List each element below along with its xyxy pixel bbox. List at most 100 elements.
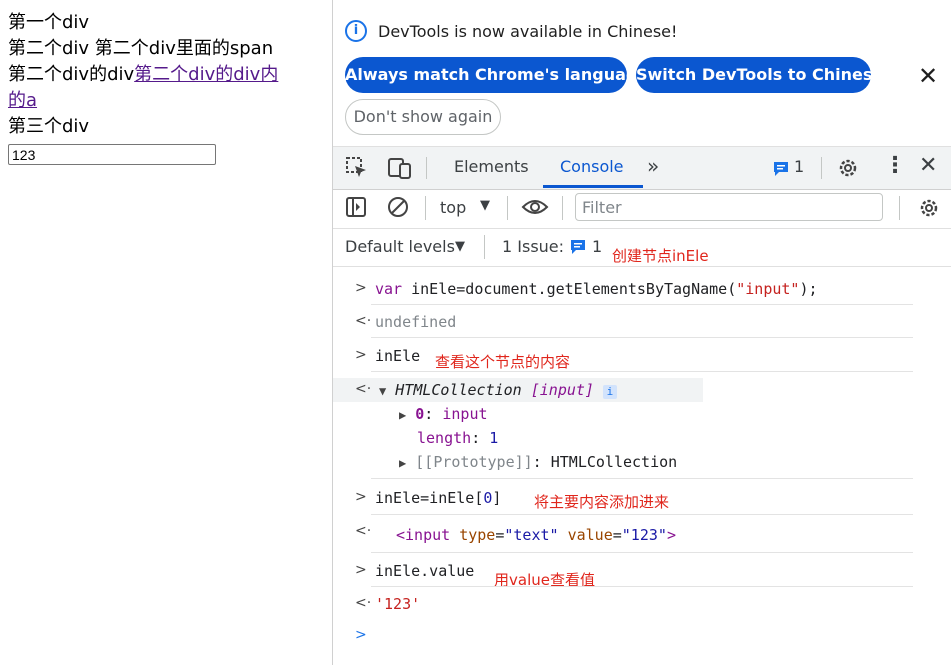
levels-divider <box>484 235 485 259</box>
issues-icon[interactable] <box>773 161 789 177</box>
issues-label[interactable]: 1 Issue: <box>502 237 564 256</box>
input-chevron-icon: > <box>355 280 367 296</box>
close-infobar-icon[interactable]: ✕ <box>918 62 938 90</box>
attr-value-value: "123" <box>621 526 667 544</box>
attr-type-value: "text" <box>504 526 559 544</box>
context-dropdown-icon[interactable]: ▼ <box>480 198 490 213</box>
output-arrow-icon: <· <box>355 313 372 329</box>
prototype-value: HTMLCollection <box>550 453 678 471</box>
console-command-1[interactable]: var inEle=document.getElementsByTagName(… <box>375 280 951 298</box>
length-key: length <box>417 429 472 447</box>
output-arrow-icon: <· <box>355 595 372 611</box>
annotation-view-node: 查看这个节点的内容 <box>435 353 571 371</box>
tabbar-divider-2 <box>821 157 822 179</box>
tag-close: > <box>666 526 676 544</box>
toolbar-divider <box>425 196 426 220</box>
close-devtools-icon[interactable]: ✕ <box>919 153 937 178</box>
console-output-4: '123' <box>375 595 421 613</box>
settings-gear-icon[interactable] <box>836 156 860 180</box>
clear-console-icon[interactable] <box>387 196 409 218</box>
div-second: 第二个div 第二个div里面的span <box>8 38 274 59</box>
inner-link-wrap: 的a <box>8 88 37 114</box>
log-divider <box>371 586 913 587</box>
filter-input[interactable]: Filter <box>575 193 883 221</box>
expand-triangle-icon[interactable]: ▼ <box>379 384 386 398</box>
log-divider <box>371 552 913 553</box>
log-divider <box>371 337 913 338</box>
input-chevron-icon: > <box>355 489 367 505</box>
toolbar-divider-3 <box>562 196 563 220</box>
collection-header[interactable]: ▼ HTMLCollection [input] i <box>379 381 951 399</box>
context-selector[interactable]: top <box>440 198 466 217</box>
length-value: 1 <box>489 429 499 447</box>
console-prompt-icon[interactable]: > <box>355 627 367 643</box>
input-chevron-icon: > <box>355 347 367 363</box>
default-levels-dropdown[interactable]: Default levels <box>345 237 455 256</box>
more-options-icon[interactable]: ⋮ <box>884 153 906 178</box>
inner-link-continued[interactable]: 的a <box>8 90 37 111</box>
div-first: 第一个div <box>8 12 90 33</box>
infobar-text: DevTools is now available in Chinese! <box>378 22 678 41</box>
live-expression-eye-icon[interactable] <box>521 197 549 217</box>
console-settings-gear-icon[interactable] <box>917 196 941 220</box>
collapse-triangle-icon[interactable]: ▶ <box>399 408 406 422</box>
div-second-inner: 第二个div的div第二个div的div内 <box>8 62 278 88</box>
output-arrow-icon: <· <box>355 523 372 539</box>
more-tabs-icon[interactable]: » <box>647 154 659 178</box>
toolbar-divider-2 <box>507 196 508 220</box>
text-input[interactable]: 123 <box>8 144 216 165</box>
devtools-tabbar: Elements Console » 1 ⋮ ✕ <box>333 146 951 190</box>
collection-prototype[interactable]: ▶ [[Prototype]]: HTMLCollection <box>399 453 951 471</box>
input-chevron-icon: > <box>355 562 367 578</box>
cmd3-a: inEle=inEle[ <box>375 489 484 507</box>
info-icon: i <box>345 20 367 42</box>
levels-dropdown-icon[interactable]: ▼ <box>455 239 465 254</box>
issues-level-count[interactable]: 1 <box>592 237 602 256</box>
inspect-element-icon[interactable] <box>345 156 369 180</box>
console-output-3[interactable]: <input type="text" value="123"> <box>396 526 951 544</box>
cmd1-string: "input" <box>736 280 800 298</box>
tab-console[interactable]: Console <box>560 157 624 176</box>
prototype-key: [[Prototype]] <box>415 453 533 471</box>
info-badge-icon[interactable]: i <box>602 385 617 399</box>
rendered-page: 第一个div 第二个div 第二个div里面的span 第二个div的div第二… <box>0 0 332 665</box>
switch-to-chinese-button[interactable]: Switch DevTools to Chinese <box>636 57 883 93</box>
console-output-1: undefined <box>375 313 457 331</box>
log-divider <box>371 478 913 479</box>
log-divider <box>371 371 913 372</box>
collection-length: length: 1 <box>417 429 499 447</box>
cmd1-body: inEle=document.getElementsByTagName( <box>411 280 737 298</box>
collection-tag: [input] <box>530 381 594 399</box>
sidebar-toggle-icon[interactable] <box>345 196 367 218</box>
collapse-triangle-icon[interactable]: ▶ <box>399 456 406 470</box>
dont-show-again-button[interactable]: Don't show again <box>345 99 501 135</box>
issues-count[interactable]: 1 <box>794 157 804 176</box>
attr-type: type <box>459 526 496 544</box>
annotation-add-content: 将主要内容添加进来 <box>534 493 670 511</box>
output-arrow-icon: <· <box>355 381 372 397</box>
attr-value: value <box>567 526 613 544</box>
console-toolbar: top ▼ Filter <box>333 188 951 229</box>
issues-small-icon[interactable] <box>570 239 586 255</box>
annotation-create-node: 创建节点inEle <box>612 247 709 265</box>
tabbar-divider <box>426 157 427 179</box>
device-toolbar-icon[interactable] <box>387 156 413 180</box>
tag-open: <input <box>396 526 460 544</box>
log-divider <box>371 514 913 515</box>
always-match-language-button[interactable]: Always match Chrome's language <box>345 57 648 93</box>
devtools-panel: i DevTools is now available in Chinese! … <box>333 0 951 665</box>
item-key: 0 <box>415 405 425 423</box>
cmd3-c: ] <box>492 489 502 507</box>
collection-item-0[interactable]: ▶ 0: input <box>399 405 951 423</box>
tab-elements[interactable]: Elements <box>454 157 529 176</box>
levels-bar: Default levels ▼ 1 Issue: 1 创建节点inEle <box>333 228 951 267</box>
keyword-var: var <box>375 280 412 298</box>
div-third: 第三个div <box>8 116 90 137</box>
cmd1-end: ); <box>799 280 818 298</box>
console-command-4[interactable]: inEle.value <box>375 562 951 580</box>
div-second-inner-text: 第二个div的div <box>8 64 135 85</box>
item-value: input <box>442 405 488 423</box>
toolbar-divider-4 <box>899 196 900 220</box>
inner-link[interactable]: 第二个div的div内 <box>134 64 278 85</box>
collection-type: HTMLCollection <box>395 381 522 399</box>
